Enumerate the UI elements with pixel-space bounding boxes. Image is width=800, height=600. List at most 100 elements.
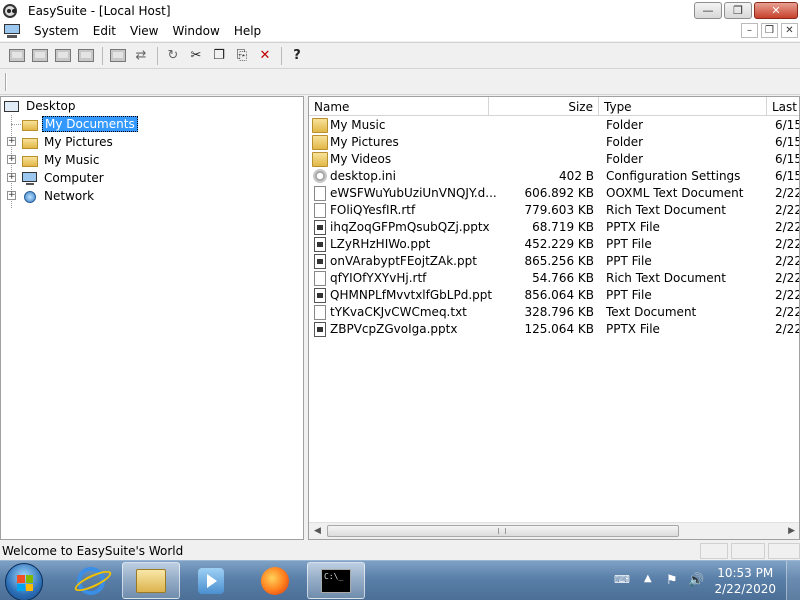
remote-host-icon[interactable]: [75, 46, 97, 66]
menu-system[interactable]: System: [27, 24, 86, 38]
connect-icon[interactable]: [6, 46, 28, 66]
expand-icon[interactable]: +: [7, 137, 16, 146]
folder-tree[interactable]: Desktop My Documents + My Pictures + My …: [0, 96, 304, 540]
file-row[interactable]: onVArabyptFEojtZAk.ppt 865.256 KB PPT File…: [309, 253, 799, 270]
file-row[interactable]: tYKvaCKJvCWCmeq.txt 328.796 KB Text Docume…: [309, 304, 800, 321]
volume-icon[interactable]: 🔊: [688, 573, 704, 588]
refresh-icon[interactable]: ↻: [162, 46, 184, 66]
file-row[interactable]: ihqZoqGFPmQsubQZj.pptx 68.719 KB PPTX File…: [309, 219, 799, 236]
cut-icon[interactable]: ✂: [185, 46, 207, 66]
file-type: Configuration Settings: [606, 169, 741, 183]
folder-icon: [312, 118, 328, 133]
file-row[interactable]: eWSFWuYubUziUnVNQJY.d... 606.892 KB OOXML …: [309, 185, 799, 202]
file-size: 856.064 KB: [524, 288, 594, 302]
file-name: LZyRHzHIWo.ppt: [330, 237, 431, 251]
file-last-modified: 2/22: [775, 288, 800, 302]
show-hidden-icons-icon[interactable]: ▲: [644, 573, 652, 584]
tree-item-my-music[interactable]: My Music: [21, 151, 101, 169]
file-type: OOXML Text Document: [606, 186, 744, 200]
menu-view[interactable]: View: [123, 24, 165, 38]
menu-edit[interactable]: Edit: [86, 24, 123, 38]
tree-item-my-documents[interactable]: My Documents: [21, 115, 138, 133]
firefox-icon: [261, 566, 289, 595]
child-close-button[interactable]: ✕: [781, 23, 798, 38]
child-minimize-button[interactable]: –: [741, 23, 758, 38]
file-name: eWSFWuYubUziUnVNQJY.d...: [330, 186, 497, 200]
scroll-right-icon[interactable]: ▶: [788, 526, 795, 536]
file-type: Folder: [606, 152, 644, 166]
menu-window[interactable]: Window: [165, 24, 226, 38]
scrollbar-thumb[interactable]: [327, 525, 679, 537]
child-restore-button[interactable]: ❒: [761, 23, 778, 38]
document-icon: [314, 203, 326, 218]
title-bar: EasySuite - [Local Host] — ❒ ✕: [0, 0, 800, 22]
file-last-modified: 2/22: [775, 305, 800, 319]
taskbar-command-prompt[interactable]: C:\_: [307, 562, 365, 599]
file-row[interactable]: LZyRHzHIWo.ppt 452.229 KB PPT File 2/22: [309, 236, 799, 253]
tree-label: Desktop: [26, 99, 76, 113]
file-type: PPT File: [606, 288, 652, 302]
show-desktop-button[interactable]: [786, 561, 800, 600]
taskbar-internet-explorer[interactable]: [62, 562, 120, 599]
tree-item-network[interactable]: Network: [21, 187, 96, 205]
tree-item-my-pictures[interactable]: My Pictures: [21, 133, 115, 151]
file-list[interactable]: Name Size Type Last My Music Folder 6/15 My…: [308, 96, 800, 540]
column-size[interactable]: Size: [489, 97, 599, 116]
file-name: FOliQYesfIR.rtf: [330, 203, 416, 217]
column-type[interactable]: Type: [599, 97, 767, 116]
expand-icon[interactable]: +: [7, 191, 16, 200]
file-row[interactable]: desktop.ini 402 B Configuration Settings 6/…: [309, 168, 799, 185]
presentation-icon: [314, 288, 326, 303]
tree-label: My Pictures: [44, 135, 113, 149]
file-row[interactable]: My Music Folder 6/15: [309, 117, 799, 134]
file-row[interactable]: QHMNPLfMvvtxlfGbLPd.ppt 856.064 KB PPT Fil…: [309, 287, 800, 304]
scroll-left-icon[interactable]: ◀: [314, 526, 321, 536]
taskbar-media-player[interactable]: [182, 562, 240, 599]
minimize-button[interactable]: —: [694, 2, 722, 19]
clock[interactable]: 10:53 PM 2/22/2020: [714, 565, 776, 597]
action-center-flag-icon[interactable]: ⚑: [666, 573, 678, 588]
expand-icon[interactable]: +: [7, 173, 16, 182]
close-button[interactable]: ✕: [754, 2, 798, 19]
file-row[interactable]: FOliQYesfIR.rtf 779.603 KB Rich Text Docum…: [309, 202, 800, 219]
file-row[interactable]: My Videos Folder 6/15: [309, 151, 799, 168]
toolbar-divider: [102, 46, 103, 65]
file-last-modified: 2/22: [775, 203, 800, 217]
copy-icon[interactable]: ❐: [208, 46, 230, 66]
presentation-icon: [314, 220, 326, 235]
properties-icon[interactable]: [107, 46, 129, 66]
document-window-icon[interactable]: [3, 23, 23, 39]
host-icon[interactable]: [52, 46, 74, 66]
maximize-button[interactable]: ❒: [724, 2, 752, 19]
disconnect-icon[interactable]: [29, 46, 51, 66]
file-size: 865.256 KB: [524, 254, 594, 268]
column-last-modified[interactable]: Last: [767, 97, 799, 116]
transfer-icon[interactable]: ⇄: [130, 46, 152, 66]
rebar-grip[interactable]: [5, 73, 7, 91]
delete-icon[interactable]: ✕: [254, 46, 276, 66]
file-size: 54.766 KB: [532, 271, 594, 285]
expand-icon[interactable]: +: [7, 155, 16, 164]
file-last-modified: 2/22: [775, 322, 800, 336]
tree-item-computer[interactable]: Computer: [21, 169, 106, 187]
internet-explorer-icon: [77, 566, 105, 595]
column-name[interactable]: Name: [309, 97, 489, 116]
help-icon[interactable]: ?: [286, 46, 308, 66]
address-bar: [0, 68, 800, 95]
taskbar-firefox[interactable]: [246, 562, 304, 599]
file-name: My Pictures: [330, 135, 399, 149]
taskbar-file-explorer[interactable]: [122, 562, 180, 599]
file-row[interactable]: ZBPVcpZGvoIga.pptx 125.064 KB PPTX File 2/2…: [309, 321, 800, 338]
keyboard-icon[interactable]: ⌨: [614, 573, 630, 586]
paste-icon[interactable]: ⎘: [231, 46, 253, 66]
app-icon[interactable]: [2, 3, 20, 19]
start-button[interactable]: [5, 563, 43, 600]
computer-icon: [21, 171, 39, 186]
file-row[interactable]: qfYIOfYXYvHj.rtf 54.766 KB Rich Text Docum…: [309, 270, 799, 287]
tree-root-desktop[interactable]: Desktop: [3, 97, 78, 115]
menu-help[interactable]: Help: [227, 24, 268, 38]
file-row[interactable]: My Pictures Folder 6/15: [309, 134, 799, 151]
status-text: Welcome to EasySuite's World: [2, 544, 184, 558]
file-explorer-icon: [136, 568, 166, 593]
horizontal-scrollbar[interactable]: ◀ ▶: [309, 522, 799, 539]
